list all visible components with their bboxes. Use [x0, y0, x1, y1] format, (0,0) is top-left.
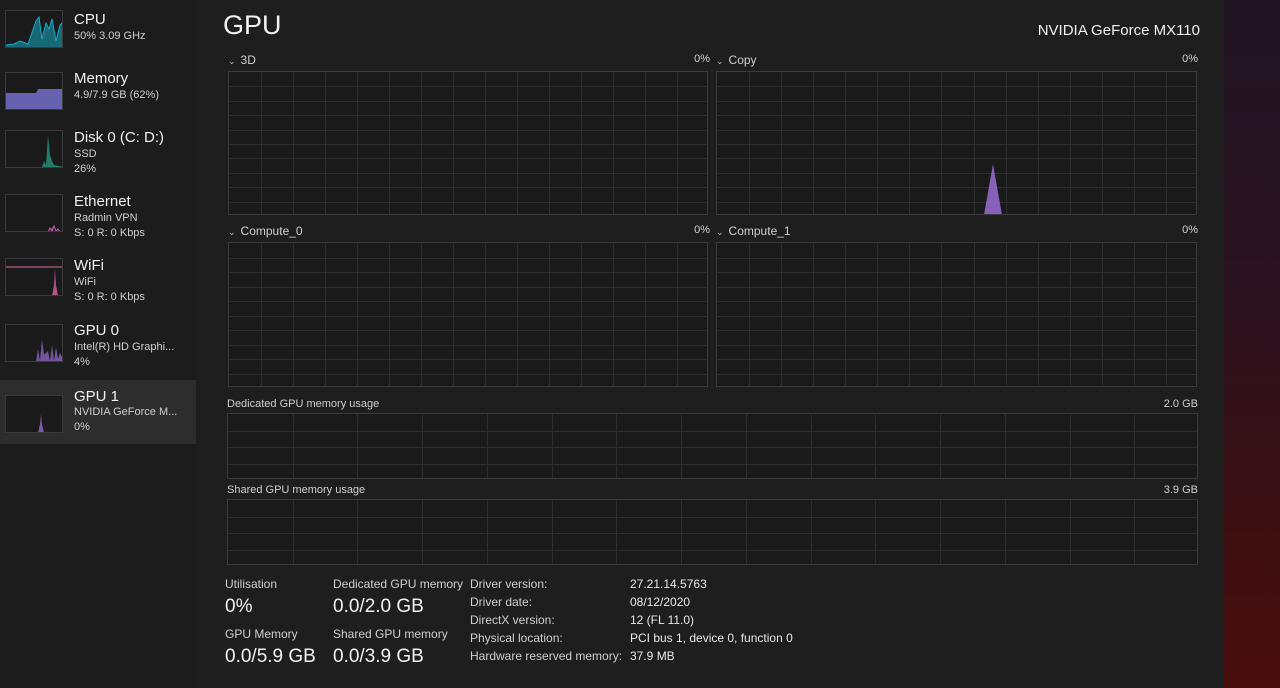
sidebar-item-title: GPU 1 — [74, 388, 120, 405]
chevron-down-icon: ⌄ — [716, 56, 724, 66]
cpu-thumbnail — [5, 10, 63, 48]
sidebar-item-sub: SSD — [74, 148, 97, 160]
engine-label: 3D — [240, 53, 256, 67]
engine-label: Compute_1 — [728, 224, 791, 238]
gpu-memory-label: GPU Memory — [225, 627, 298, 641]
wifi-thumbnail — [5, 258, 63, 296]
engine-graph-compute0 — [228, 242, 708, 387]
physical-location-key: Physical location: — [470, 631, 563, 645]
shared-memory-max: 3.9 GB — [1163, 484, 1198, 496]
sidebar-item-sub2: S: 0 R: 0 Kbps — [74, 291, 145, 303]
engine-graph-compute1 — [716, 242, 1197, 387]
shared-memory-graph — [227, 499, 1198, 565]
sidebar-item-sub2: 4% — [74, 356, 90, 368]
sidebar-item-gpu0[interactable]: GPU 0 Intel(R) HD Graphi... 4% — [0, 316, 196, 378]
sidebar-item-memory[interactable]: Memory 4.9/7.9 GB (62%) — [0, 62, 196, 124]
driver-version-value: 27.21.14.5763 — [630, 577, 707, 591]
engine-percent: 0% — [694, 53, 710, 65]
gpu0-thumbnail — [5, 324, 63, 362]
sidebar-item-cpu[interactable]: CPU 50% 3.09 GHz — [0, 0, 196, 62]
sidebar-item-wifi[interactable]: WiFi WiFi S: 0 R: 0 Kbps — [0, 252, 196, 314]
utilisation-value: 0% — [225, 596, 253, 617]
usage-spike — [984, 164, 1002, 214]
memory-thumbnail — [5, 72, 63, 110]
sidebar-item-sub: NVIDIA GeForce M... — [74, 406, 178, 418]
sidebar-item-sub: Intel(R) HD Graphi... — [74, 341, 175, 353]
disk-thumbnail — [5, 130, 63, 168]
ethernet-thumbnail — [5, 194, 63, 232]
engine-graph-copy — [716, 71, 1197, 215]
gpu1-thumbnail — [5, 395, 63, 433]
engine-percent: 0% — [694, 224, 710, 236]
gpu-details-panel: GPU NVIDIA GeForce MX110 ⌄ 3D 0% ⌄ Copy 0%… — [196, 0, 1224, 688]
sidebar-item-sub: 50% 3.09 GHz — [74, 30, 146, 42]
physical-location-value: PCI bus 1, device 0, function 0 — [630, 631, 793, 645]
engine-percent: 0% — [1182, 53, 1198, 65]
shared-memory-stat-label: Shared GPU memory — [333, 627, 448, 641]
directx-version-value: 12 (FL 11.0) — [630, 613, 695, 627]
engine-label: Copy — [728, 53, 757, 67]
chevron-down-icon: ⌄ — [228, 56, 236, 66]
reserved-memory-key: Hardware reserved memory: — [470, 649, 623, 663]
graph-grid — [228, 500, 1197, 564]
sidebar-item-title: Disk 0 (C: D:) — [74, 129, 164, 146]
utilisation-label: Utilisation — [225, 577, 278, 591]
sidebar-item-sub: 4.9/7.9 GB (62%) — [74, 89, 159, 101]
driver-version-key: Driver version: — [470, 577, 548, 591]
performance-sidebar: CPU 50% 3.09 GHz Memory 4.9/7.9 GB (62%)… — [0, 0, 196, 688]
chevron-down-icon: ⌄ — [228, 227, 236, 237]
directx-version-key: DirectX version: — [470, 613, 555, 627]
sidebar-item-sub: WiFi — [74, 276, 96, 288]
desktop-wallpaper — [1224, 0, 1280, 688]
driver-date-key: Driver date: — [470, 595, 533, 609]
sidebar-item-sub2: S: 0 R: 0 Kbps — [74, 227, 145, 239]
sidebar-item-ethernet[interactable]: Ethernet Radmin VPN S: 0 R: 0 Kbps — [0, 188, 196, 250]
engine-selector-copy[interactable]: ⌄ Copy — [716, 53, 757, 67]
sidebar-item-gpu1[interactable]: GPU 1 NVIDIA GeForce M... 0% — [0, 380, 196, 444]
graph-grid — [229, 243, 707, 386]
sidebar-item-sub2: 26% — [74, 163, 97, 175]
sidebar-item-sub: Radmin VPN — [74, 212, 138, 224]
graph-grid — [717, 243, 1196, 386]
page-title: GPU — [223, 10, 282, 40]
engine-graph-3d — [228, 71, 708, 215]
gpu-memory-value: 0.0/5.9 GB — [225, 646, 316, 667]
sidebar-item-title: WiFi — [74, 257, 104, 274]
chevron-down-icon: ⌄ — [716, 227, 724, 237]
sidebar-item-title: Ethernet — [74, 193, 131, 210]
dedicated-memory-max: 2.0 GB — [1163, 398, 1198, 410]
device-name: NVIDIA GeForce MX110 — [1037, 22, 1200, 39]
sidebar-item-title: Memory — [74, 70, 129, 87]
dedicated-memory-stat-label: Dedicated GPU memory — [333, 577, 464, 591]
sidebar-item-disk[interactable]: Disk 0 (C: D:) SSD 26% — [0, 124, 196, 186]
dedicated-memory-label: Dedicated GPU memory usage — [227, 398, 380, 410]
engine-selector-3d[interactable]: ⌄ 3D — [228, 53, 256, 67]
sidebar-item-title: GPU 0 — [74, 322, 120, 339]
engine-selector-compute0[interactable]: ⌄ Compute_0 — [228, 224, 303, 238]
shared-memory-label: Shared GPU memory usage — [227, 484, 366, 496]
driver-date-value: 08/12/2020 — [630, 595, 691, 609]
graph-grid — [228, 414, 1197, 478]
reserved-memory-value: 37.9 MB — [630, 649, 675, 663]
sidebar-item-sub2: 0% — [74, 421, 90, 433]
engine-percent: 0% — [1182, 224, 1198, 236]
engine-selector-compute1[interactable]: ⌄ Compute_1 — [716, 224, 791, 238]
graph-grid — [717, 72, 1196, 214]
dedicated-memory-stat-value: 0.0/2.0 GB — [333, 596, 424, 617]
graph-grid — [229, 72, 707, 214]
engine-label: Compute_0 — [240, 224, 303, 238]
shared-memory-stat-value: 0.0/3.9 GB — [333, 646, 424, 667]
dedicated-memory-graph — [227, 413, 1198, 479]
sidebar-item-title: CPU — [74, 11, 106, 28]
